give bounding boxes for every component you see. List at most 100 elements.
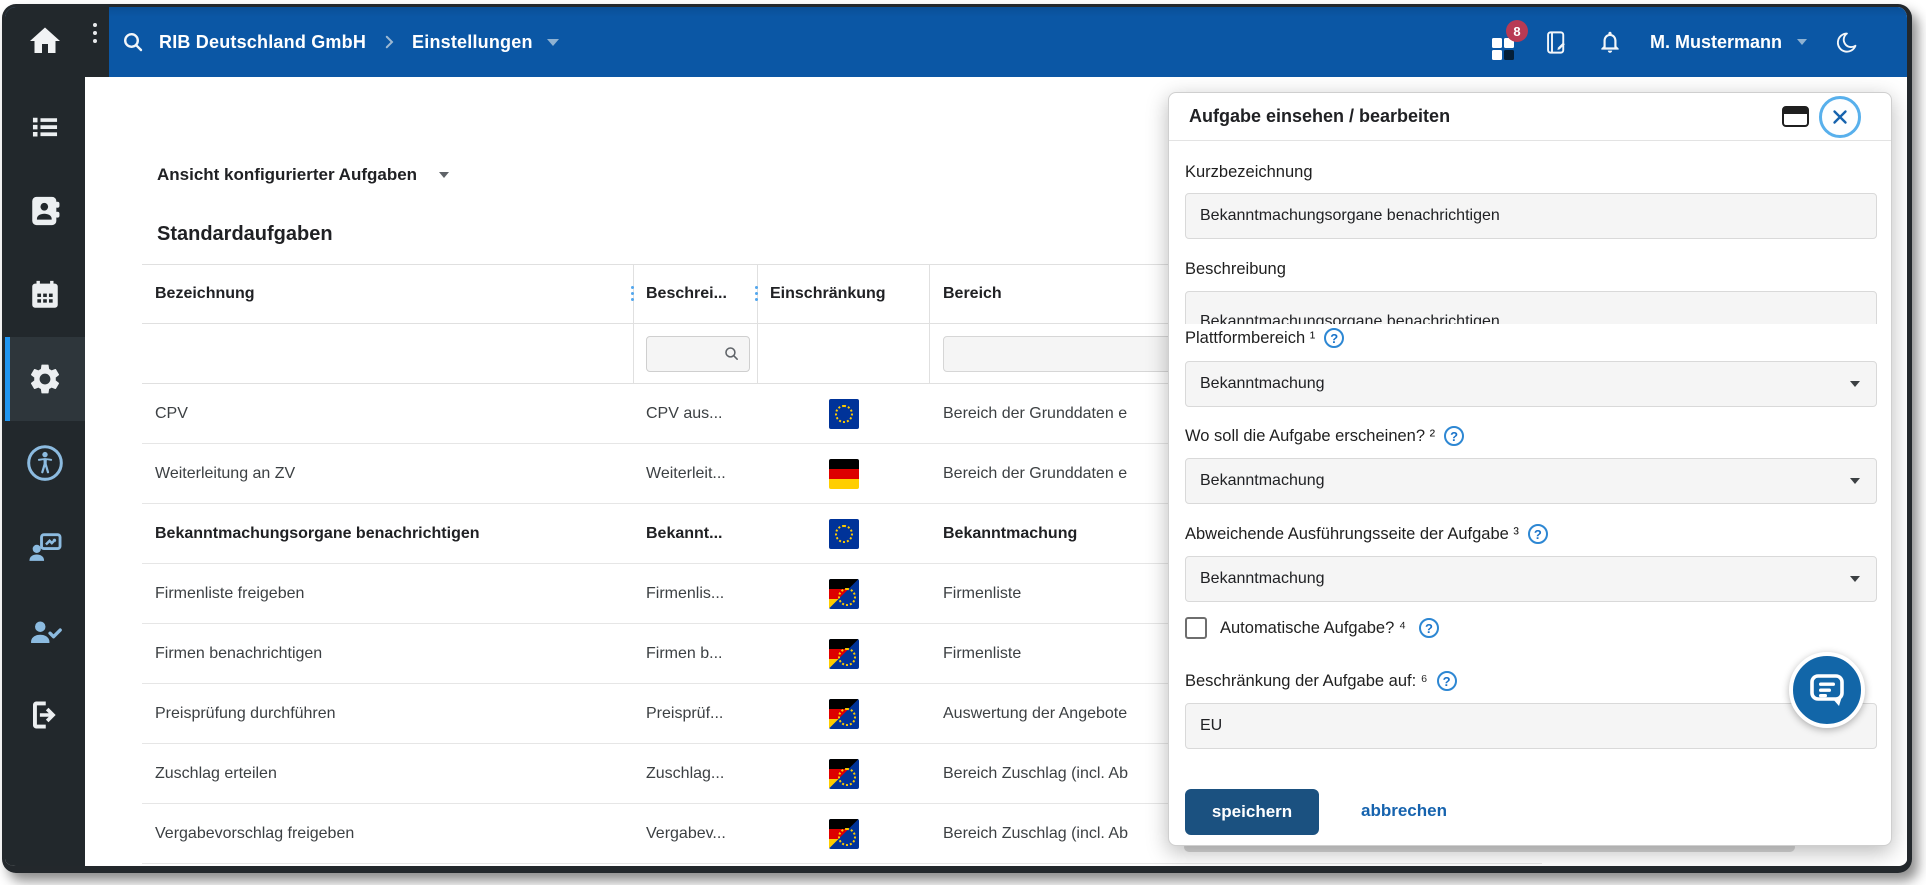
sidebar-item-calendar[interactable] (25, 275, 65, 315)
search-icon (723, 345, 740, 362)
app-window: RIB Deutschland GmbH Einstellungen 8 M (2, 4, 1912, 873)
task-name-cell: Preisprüfung durchführen (142, 684, 634, 743)
dialog-header: Aufgabe einsehen / bearbeiten (1169, 93, 1891, 141)
task-desc-cell: Firmenlis... (634, 564, 758, 623)
edit-task-dialog: Aufgabe einsehen / bearbeiten Kurzbezeic… (1168, 92, 1892, 846)
task-desc-cell: Preisprüf... (634, 684, 758, 743)
column-resize-handle-icon[interactable] (755, 286, 758, 289)
left-sidebar (5, 77, 85, 866)
task-name-cell: Weiterleitung an ZV (142, 444, 634, 503)
notification-count-badge: 8 (1506, 20, 1528, 42)
chevron-right-icon (380, 33, 398, 51)
dialog-title: Aufgabe einsehen / bearbeiten (1189, 106, 1450, 127)
sidebar-corner-block (5, 7, 109, 77)
kurzbezeichnung-input[interactable] (1185, 193, 1877, 239)
task-name-cell: CPV (142, 384, 634, 443)
column-header-einschraenkung[interactable]: Einschränkung (758, 265, 930, 323)
task-desc-cell: Vergabev... (634, 804, 758, 863)
apps-grid-icon[interactable]: 8 (1492, 30, 1516, 54)
sidebar-item-logout[interactable] (25, 695, 65, 735)
plattformbereich-label: Plattformbereich ¹ (1185, 328, 1344, 348)
save-button[interactable]: speichern (1185, 789, 1319, 835)
view-selector[interactable]: Ansicht konfigurierter Aufgaben (157, 165, 449, 185)
select-caret-icon (1850, 478, 1860, 484)
screen: RIB Deutschland GmbH Einstellungen 8 M (0, 0, 1926, 885)
beschraenkung-input[interactable] (1185, 703, 1877, 749)
user-menu-caret-icon[interactable] (1797, 39, 1807, 45)
chevron-down-icon[interactable] (547, 39, 559, 46)
breadcrumb-section[interactable]: Einstellungen (412, 32, 533, 53)
erscheinen-select[interactable]: Bekanntmachung (1185, 458, 1877, 504)
restriction-flag-icon (829, 399, 859, 429)
search-icon[interactable] (121, 30, 145, 54)
column-header-beschreibung[interactable]: Beschrei... (634, 265, 758, 323)
task-name-cell: Bekanntmachungsorgane benachrichtigen (142, 504, 634, 563)
restriction-flag-icon (829, 759, 859, 789)
accessibility-icon (26, 444, 64, 482)
top-header: RIB Deutschland GmbH Einstellungen 8 M (5, 7, 1907, 77)
calendar-icon (28, 278, 62, 312)
logout-icon (27, 697, 63, 733)
beschreibung-textarea[interactable]: Bekanntmachungsorgane benachrichtigen (1185, 291, 1877, 324)
sidebar-item-settings[interactable] (25, 359, 65, 399)
chat-button[interactable] (1789, 652, 1865, 728)
help-icon[interactable] (1444, 426, 1464, 446)
task-desc-cell: CPV aus... (634, 384, 758, 443)
chat-bubble-icon (1807, 670, 1847, 710)
erscheinen-label: Wo soll die Aufgabe erscheinen? ² (1185, 426, 1464, 446)
sidebar-item-home[interactable] (25, 21, 65, 61)
plattformbereich-select[interactable]: Bekanntmachung (1185, 361, 1877, 407)
notifications-bell-icon[interactable] (1597, 29, 1623, 55)
restriction-flag-icon (829, 819, 859, 849)
column-resize-handle-icon[interactable] (631, 286, 634, 289)
task-list-icon (28, 110, 62, 144)
sidebar-item-tasks[interactable] (25, 107, 65, 147)
task-name-cell: Firmenliste freigeben (142, 564, 634, 623)
restriction-flag-icon (829, 519, 859, 549)
task-desc-cell: Firmen b... (634, 624, 758, 683)
kurzbezeichnung-label: Kurzbezeichnung (1185, 163, 1313, 182)
beschreibung-label: Beschreibung (1185, 260, 1286, 279)
task-name-cell: Firmen benachrichtigen (142, 624, 634, 683)
dark-mode-moon-icon[interactable] (1834, 30, 1859, 55)
sidebar-item-accessibility[interactable] (25, 443, 65, 483)
task-desc-cell: Zuschlag... (634, 744, 758, 803)
more-options-kebab-icon[interactable] (93, 23, 97, 27)
help-icon[interactable] (1324, 328, 1344, 348)
task-name-cell: Vergabevorschlag freigeben (142, 804, 634, 863)
sidebar-item-contacts[interactable] (25, 191, 65, 231)
cancel-button[interactable]: abbrechen (1361, 801, 1447, 821)
user-check-icon (26, 612, 64, 650)
restriction-flag-icon (829, 579, 859, 609)
beschreibung-filter-input[interactable] (646, 336, 750, 372)
ausfuehrungsseite-select[interactable]: Bekanntmachung (1185, 556, 1877, 602)
automatische-aufgabe-label: Automatische Aufgabe? ⁴ (1220, 619, 1406, 638)
restriction-flag-icon (829, 639, 859, 669)
column-header-bezeichnung[interactable]: Bezeichnung (142, 265, 634, 323)
notes-edit-icon[interactable] (1543, 29, 1570, 56)
task-desc-cell: Bekannt... (634, 504, 758, 563)
breadcrumb-company[interactable]: RIB Deutschland GmbH (159, 32, 366, 53)
contacts-icon (28, 194, 62, 228)
select-caret-icon (1850, 576, 1860, 582)
ausfuehrungsseite-label: Abweichende Ausführungsseite der Aufgabe… (1185, 524, 1548, 544)
automatische-aufgabe-row: Automatische Aufgabe? ⁴ (1185, 617, 1439, 639)
help-icon[interactable] (1528, 524, 1548, 544)
task-desc-cell: Weiterleit... (634, 444, 758, 503)
restriction-flag-icon (829, 699, 859, 729)
section-title: Standardaufgaben (157, 223, 333, 246)
settings-gear-icon (27, 361, 63, 397)
help-icon[interactable] (1437, 671, 1457, 691)
beschraenkung-label: Beschränkung der Aufgabe auf: ⁶ (1185, 671, 1457, 691)
close-button[interactable] (1819, 96, 1861, 138)
user-presentation-icon (26, 528, 64, 566)
task-name-cell: Zuschlag erteilen (142, 744, 634, 803)
restriction-flag-icon (829, 459, 859, 489)
sidebar-item-coaching[interactable] (25, 527, 65, 567)
close-icon (1829, 106, 1851, 128)
help-icon[interactable] (1419, 618, 1439, 638)
maximize-window-icon[interactable] (1782, 106, 1809, 127)
automatische-aufgabe-checkbox[interactable] (1185, 617, 1207, 639)
user-menu[interactable]: M. Mustermann (1650, 32, 1782, 53)
sidebar-item-user-check[interactable] (25, 611, 65, 651)
